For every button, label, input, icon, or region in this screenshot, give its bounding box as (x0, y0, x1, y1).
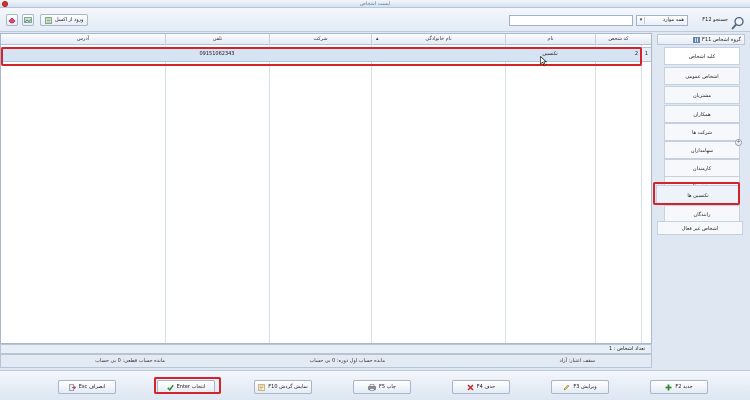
report-icon (258, 383, 266, 391)
delete-icon (467, 383, 474, 391)
balance-final: مانده حساب قطعی: 0 بی حساب (95, 358, 165, 364)
group-list: کلیه اشخاص اشخاص عمومی مشتریان همکاران ش… (656, 47, 740, 235)
edit-button[interactable]: ویرایش F3 (551, 380, 609, 394)
select-button-highlight-box (154, 377, 221, 394)
col-header-last-name[interactable]: نام خانوادگی ▴ (371, 34, 505, 45)
column-divider (641, 45, 642, 343)
sort-ascending-icon: ▴ (376, 36, 379, 42)
group-item-employees[interactable]: کارمندان (664, 159, 740, 177)
grid-icon (693, 37, 700, 43)
delete-button-label: حذف F4 (476, 384, 496, 390)
print-button[interactable]: چاپ F5 (353, 380, 411, 394)
column-divider (505, 45, 506, 343)
people-grid: کد شخص نام نام خانوادگی ▴ شرکت تلفن آدرس… (0, 33, 652, 344)
row-indicator: 1 (641, 48, 651, 61)
import-excel-label: ورود از اکسل (55, 17, 84, 23)
grid-header: کد شخص نام نام خانوادگی ▴ شرکت تلفن آدرس (1, 34, 651, 45)
group-item-public[interactable]: اشخاص عمومی (664, 67, 740, 85)
balance-start: مانده حساب اول دوره: 0 بی حساب (309, 358, 386, 364)
group-item-all[interactable]: کلیه اشخاص (664, 47, 740, 65)
search-scope-select[interactable]: همه موارد ▾ (636, 15, 688, 26)
summary-bar: سقف اعتبار: آزاد مانده حساب اول دوره: 0 … (0, 354, 652, 368)
mouse-pointer-icon (540, 56, 547, 66)
eraser-icon (8, 17, 16, 24)
col-header-code[interactable]: کد شخص (595, 34, 641, 45)
column-divider (165, 45, 166, 343)
action-bar: جدید F2 ویرایش F3 حذف F4 چاپ F5 نمایش گر… (0, 370, 750, 400)
edit-button-label: ویرایش F3 (573, 384, 597, 390)
image-icon (24, 17, 32, 23)
import-excel-button[interactable]: ورود از اکسل (40, 14, 89, 26)
group-item-inactive[interactable]: اشخاص غیر فعال (657, 221, 743, 235)
column-divider (371, 45, 372, 343)
delete-button[interactable]: حذف F4 (452, 380, 510, 394)
credit-ceiling: سقف اعتبار: آزاد (559, 358, 595, 364)
turnover-button-label: نمایش گردش F10 (268, 384, 308, 390)
search-scope-value: همه موارد (662, 17, 684, 23)
col-header-last-name-label: نام خانوادگی (425, 36, 452, 42)
printer-icon (368, 383, 376, 391)
group-panel-title-label: گروه اشخاص F11 (702, 37, 741, 43)
search-icon[interactable] (731, 16, 745, 30)
new-button[interactable]: جدید F2 (650, 380, 708, 394)
app-icon (2, 1, 8, 7)
turnover-button[interactable]: نمایش گردش F10 (254, 380, 312, 394)
plus-icon: + (736, 139, 741, 145)
column-divider (269, 45, 270, 343)
group-item-colleagues[interactable]: همکاران (664, 105, 740, 123)
search-input[interactable] (509, 15, 633, 26)
chevron-down-icon: ▾ (638, 17, 645, 24)
collapse-toggle[interactable]: + (735, 139, 742, 146)
image-button[interactable] (22, 14, 34, 26)
exit-icon (68, 383, 76, 391)
app-window: لیست اشخاص ورود از اکسل همه موارد ▾ جستج… (0, 0, 750, 400)
col-header-phone[interactable]: تلفن (165, 34, 269, 45)
plus-icon (665, 384, 672, 390)
group-highlight-box (653, 182, 740, 205)
group-item-shareholders[interactable]: سهامداران (664, 141, 740, 159)
group-item-customers[interactable]: مشتریان (664, 86, 740, 104)
column-divider (595, 45, 596, 343)
pencil-icon (563, 384, 570, 390)
group-panel-title: گروه اشخاص F11 (657, 34, 745, 45)
count-bar: تعداد اشخاص : 1 (0, 344, 652, 354)
col-header-address[interactable]: آدرس (1, 34, 165, 45)
group-item-companies[interactable]: شرکت ها (664, 123, 740, 141)
new-button-label: جدید F2 (675, 384, 693, 390)
toolbar: ورود از اکسل همه موارد ▾ جستجو F12 (0, 8, 750, 32)
col-header-first-name[interactable]: نام (505, 34, 595, 45)
excel-icon (45, 16, 52, 24)
col-header-company[interactable]: شرکت (269, 34, 371, 45)
record-count: تعداد اشخاص : 1 (608, 346, 645, 352)
cancel-button[interactable]: انصراف Esc (58, 380, 116, 394)
print-button-label: چاپ F5 (379, 384, 396, 390)
eraser-button[interactable] (6, 14, 18, 26)
search-label: جستجو F12 (702, 17, 728, 23)
cancel-button-label: انصراف Esc (78, 384, 106, 390)
title-bar: لیست اشخاص (0, 0, 750, 8)
window-title: لیست اشخاص (359, 1, 391, 7)
